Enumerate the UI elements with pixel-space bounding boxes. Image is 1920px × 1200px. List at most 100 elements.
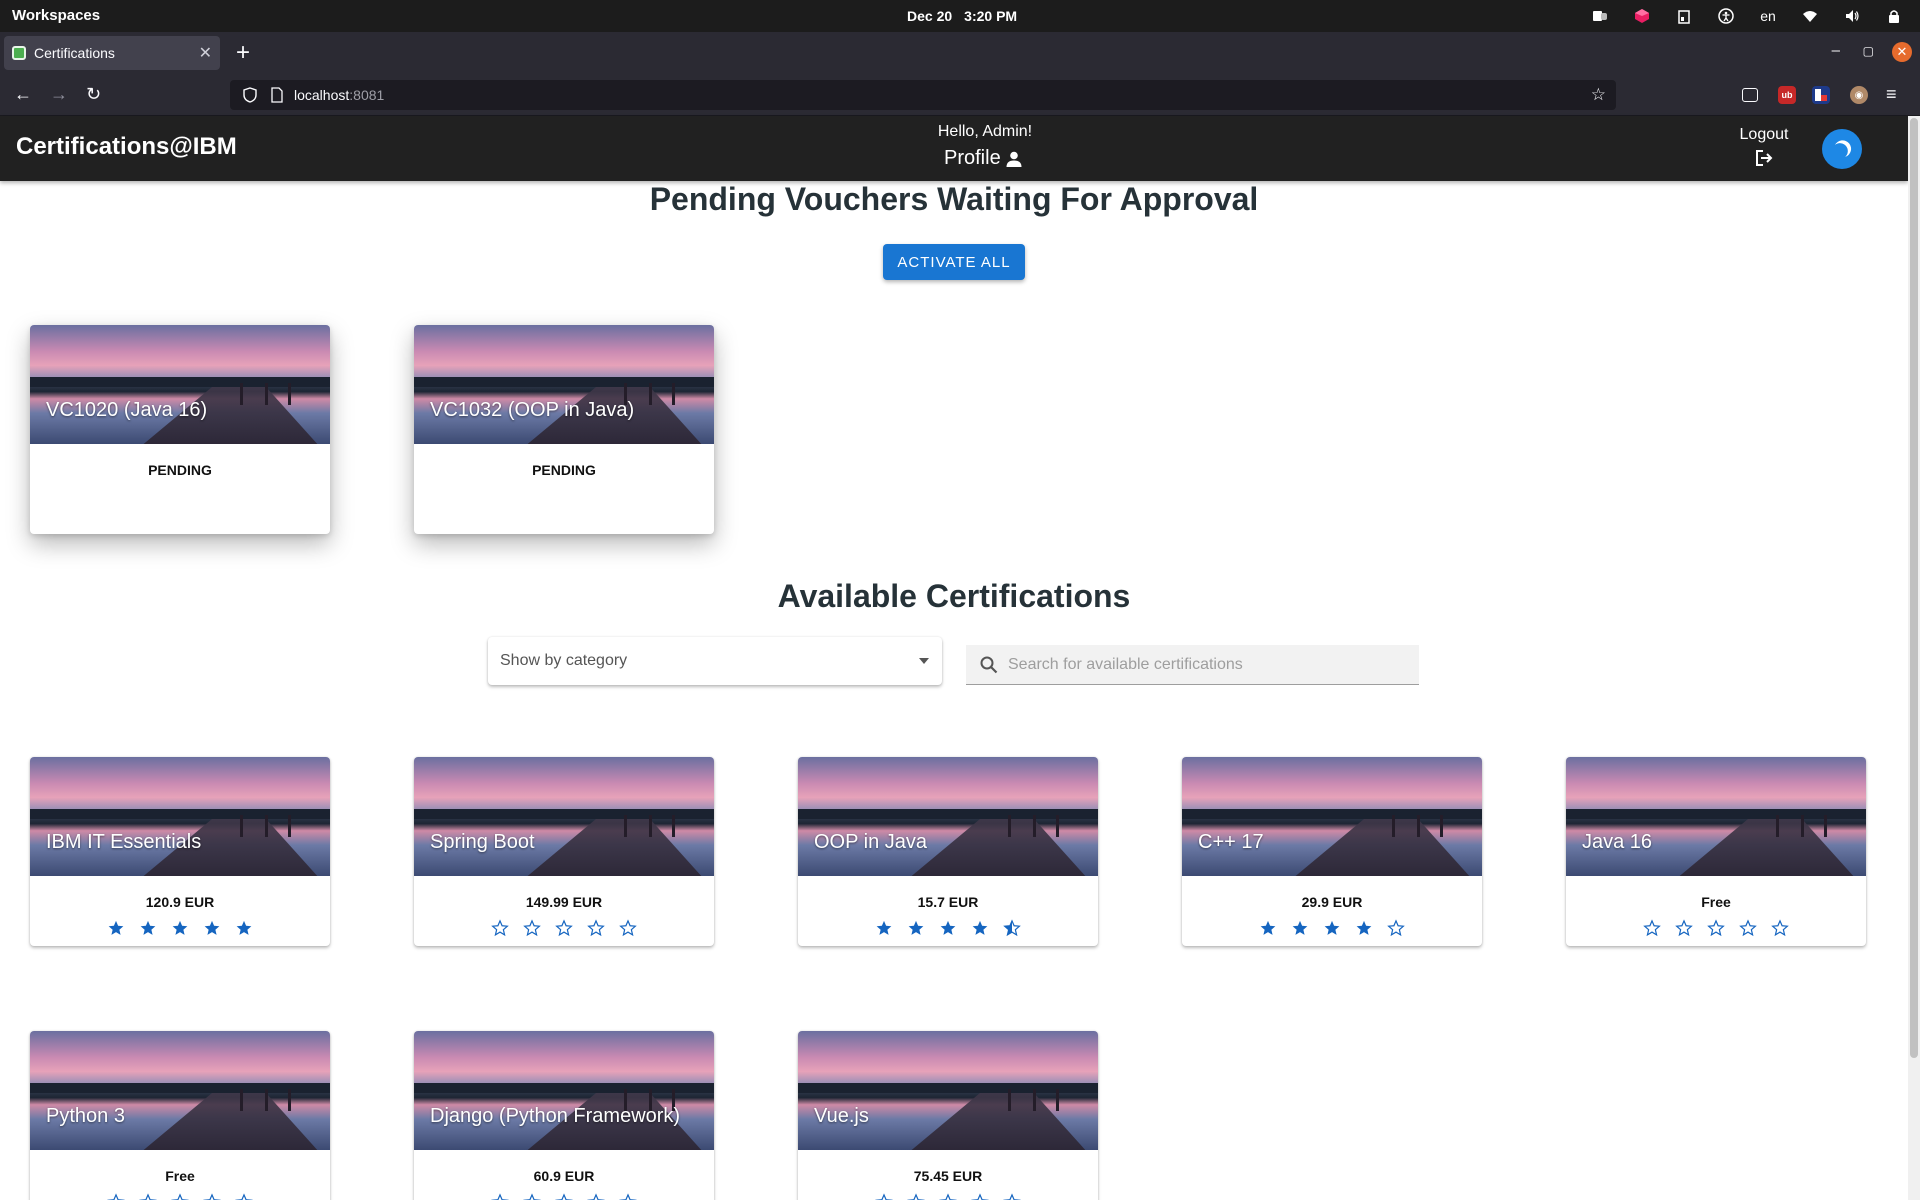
pending-voucher-card[interactable]: VC1032 (OOP in Java) PENDING [414, 325, 714, 534]
app-cube-icon[interactable] [1634, 8, 1650, 24]
star-filled-icon[interactable] [171, 919, 189, 937]
certification-card[interactable]: C++ 17 29.9 EUR [1182, 757, 1482, 946]
star-empty-icon[interactable] [107, 1193, 125, 1200]
star-empty-icon[interactable] [971, 1193, 989, 1200]
wifi-icon[interactable] [1802, 8, 1818, 24]
star-empty-icon[interactable] [555, 1193, 573, 1200]
category-select[interactable]: Show by category [488, 637, 942, 685]
profile-link[interactable]: Profile [944, 147, 1023, 170]
certification-card[interactable]: OOP in Java 15.7 EUR [798, 757, 1098, 946]
star-filled-icon[interactable] [939, 919, 957, 937]
new-tab-button[interactable]: + [236, 39, 250, 67]
star-empty-icon[interactable] [619, 1193, 637, 1200]
battery-lock-icon[interactable] [1886, 8, 1902, 24]
rating-stars[interactable] [798, 1193, 1098, 1200]
workspaces-button[interactable]: Workspaces [12, 7, 100, 24]
logout-icon [1756, 150, 1773, 166]
close-window-button[interactable]: ✕ [1892, 42, 1912, 62]
star-empty-icon[interactable] [1707, 919, 1725, 937]
star-empty-icon[interactable] [555, 919, 573, 937]
star-half-icon[interactable] [1003, 919, 1021, 937]
star-empty-icon[interactable] [1643, 919, 1661, 937]
tracking-shield-icon[interactable] [242, 87, 258, 103]
star-filled-icon[interactable] [875, 919, 893, 937]
theme-toggle-button[interactable] [1822, 129, 1862, 169]
star-filled-icon[interactable] [1291, 919, 1309, 937]
star-empty-icon[interactable] [491, 919, 509, 937]
extension-icon[interactable] [1812, 86, 1830, 104]
privacy-badger-icon[interactable]: ◉ [1850, 86, 1868, 104]
person-icon [1006, 151, 1022, 167]
address-bar[interactable]: localhost:8081 ☆ [230, 80, 1616, 110]
scrollbar-thumb[interactable] [1910, 118, 1918, 1058]
url-host: localhost [294, 87, 350, 103]
star-filled-icon[interactable] [1259, 919, 1277, 937]
star-filled-icon[interactable] [907, 919, 925, 937]
tab-close-icon[interactable]: ✕ [199, 43, 212, 63]
star-empty-icon[interactable] [1771, 919, 1789, 937]
certification-price: Free [165, 1168, 195, 1184]
activate-all-button[interactable]: ACTIVATE ALL [883, 244, 1025, 280]
search-input[interactable] [1008, 655, 1405, 674]
star-empty-icon[interactable] [587, 1193, 605, 1200]
teams-icon[interactable] [1592, 8, 1608, 24]
logout-button[interactable]: Logout [1738, 126, 1790, 168]
maximize-window-button[interactable]: ▢ [1863, 44, 1874, 58]
system-clock[interactable]: Dec 20 3:20 PM [907, 8, 1017, 24]
certification-card[interactable]: Python 3 Free [30, 1031, 330, 1200]
star-empty-icon[interactable] [1003, 1193, 1021, 1200]
clipboard-icon[interactable] [1676, 8, 1692, 24]
star-filled-icon[interactable] [235, 919, 253, 937]
certification-card[interactable]: Django (Python Framework) 60.9 EUR [414, 1031, 714, 1200]
page-scrollbar[interactable] [1908, 116, 1920, 1200]
pocket-icon[interactable] [1742, 88, 1758, 102]
certification-card[interactable]: Spring Boot 149.99 EUR [414, 757, 714, 946]
bookmark-star-icon[interactable]: ☆ [1591, 86, 1606, 103]
star-filled-icon[interactable] [139, 919, 157, 937]
star-filled-icon[interactable] [1355, 919, 1373, 937]
star-empty-icon[interactable] [1387, 919, 1405, 937]
rating-stars[interactable] [30, 919, 330, 937]
minimize-window-button[interactable]: – [1832, 42, 1840, 59]
pending-voucher-card[interactable]: VC1020 (Java 16) PENDING [30, 325, 330, 534]
browser-tab[interactable]: Certifications ✕ [4, 36, 220, 70]
ublock-icon[interactable]: ub [1778, 86, 1796, 104]
reload-button[interactable]: ↻ [86, 84, 101, 104]
forward-button[interactable]: → [50, 84, 68, 104]
voucher-status: PENDING [148, 462, 212, 478]
rating-stars[interactable] [798, 919, 1098, 937]
star-empty-icon[interactable] [235, 1193, 253, 1200]
star-empty-icon[interactable] [523, 919, 541, 937]
clock-time: 3:20 PM [964, 8, 1018, 24]
rating-stars[interactable] [30, 1193, 330, 1200]
star-filled-icon[interactable] [971, 919, 989, 937]
star-empty-icon[interactable] [907, 1193, 925, 1200]
app-menu-icon[interactable]: ≡ [1886, 84, 1897, 104]
star-empty-icon[interactable] [587, 919, 605, 937]
star-empty-icon[interactable] [491, 1193, 509, 1200]
rating-stars[interactable] [414, 1193, 714, 1200]
certification-card[interactable]: IBM IT Essentials 120.9 EUR [30, 757, 330, 946]
star-empty-icon[interactable] [139, 1193, 157, 1200]
star-empty-icon[interactable] [171, 1193, 189, 1200]
star-empty-icon[interactable] [619, 919, 637, 937]
star-empty-icon[interactable] [1739, 919, 1757, 937]
rating-stars[interactable] [1182, 919, 1482, 937]
star-empty-icon[interactable] [1675, 919, 1693, 937]
star-empty-icon[interactable] [875, 1193, 893, 1200]
language-indicator[interactable]: en [1760, 8, 1776, 24]
star-filled-icon[interactable] [203, 919, 221, 937]
volume-icon[interactable] [1844, 8, 1860, 24]
star-empty-icon[interactable] [523, 1193, 541, 1200]
back-button[interactable]: ← [14, 84, 32, 104]
star-filled-icon[interactable] [107, 919, 125, 937]
star-filled-icon[interactable] [1323, 919, 1341, 937]
accessibility-icon[interactable] [1718, 8, 1734, 24]
rating-stars[interactable] [414, 919, 714, 937]
star-empty-icon[interactable] [939, 1193, 957, 1200]
rating-stars[interactable] [1566, 919, 1866, 937]
star-empty-icon[interactable] [203, 1193, 221, 1200]
page-info-icon[interactable] [270, 87, 284, 103]
certification-card[interactable]: Java 16 Free [1566, 757, 1866, 946]
certification-card[interactable]: Vue.js 75.45 EUR [798, 1031, 1098, 1200]
